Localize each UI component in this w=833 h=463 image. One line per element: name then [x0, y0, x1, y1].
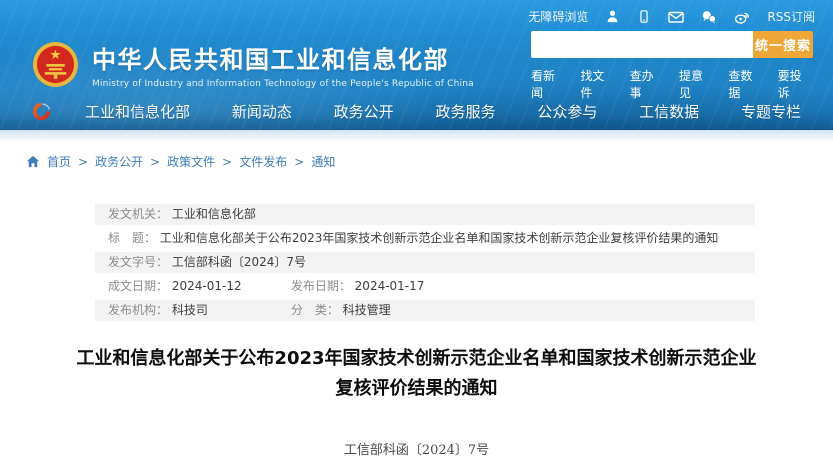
- breadcrumb: 首页 > 政务公开 > 政策文件 > 文件发布 > 通知: [26, 153, 833, 170]
- main-nav: 工业和信息化部 新闻动态 政务公开 政务服务 公众参与 工信数据 专题专栏: [0, 100, 833, 123]
- meta-value: 科技管理: [343, 303, 391, 317]
- utility-topbar: 无障碍浏览 RSS订阅: [0, 0, 833, 25]
- search-input[interactable]: [531, 31, 753, 58]
- site-banner: 无障碍浏览 RSS订阅 ★: [0, 0, 833, 130]
- meta-value: 科技司: [172, 303, 208, 317]
- breadcrumb-file-release[interactable]: 文件发布: [239, 153, 287, 170]
- breadcrumb-gov-disclosure[interactable]: 政务公开: [95, 153, 143, 170]
- home-icon[interactable]: [26, 155, 40, 168]
- nav-item-home[interactable]: 工业和信息化部: [85, 101, 190, 122]
- quick-link-feedback[interactable]: 提意见: [679, 67, 714, 101]
- mobile-icon[interactable]: [637, 9, 651, 24]
- site-brand[interactable]: ★ 中华人民共和国工业和信息化部 Ministry of Industry an…: [32, 27, 474, 101]
- quick-link-services[interactable]: 查办事: [630, 67, 665, 101]
- meta-label: 发布日期：: [291, 279, 351, 293]
- meta-value: 2024-01-17: [355, 279, 425, 293]
- meta-row-doc-number: 发文字号： 工信部科函〔2024〕7号: [95, 252, 755, 273]
- accessibility-link[interactable]: 无障碍浏览: [528, 8, 588, 25]
- rss-link[interactable]: RSS订阅: [767, 8, 815, 25]
- article-doc-number: 工信部科函〔2024〕7号: [0, 439, 833, 458]
- quick-link-complaint[interactable]: 要投诉: [778, 67, 813, 101]
- wechat-icon[interactable]: [701, 10, 717, 24]
- banner-fade: [0, 130, 833, 141]
- breadcrumb-notice[interactable]: 通知: [311, 153, 335, 170]
- site-header: ★ 中华人民共和国工业和信息化部 Ministry of Industry an…: [0, 25, 833, 101]
- site-subtitle: Ministry of Industry and Information Tec…: [92, 79, 474, 89]
- breadcrumb-separator: >: [78, 155, 88, 169]
- nav-item-gov-services[interactable]: 政务服务: [435, 101, 495, 122]
- meta-label: 发布机构：: [108, 303, 168, 317]
- nav-item-participation[interactable]: 公众参与: [537, 101, 597, 122]
- meta-row-issuing-authority: 发文机关： 工业和信息化部: [95, 204, 755, 225]
- weibo-icon[interactable]: [734, 10, 750, 24]
- search-area: 统一搜索 看新闻 找文件 查办事 提意见 查数据 要投诉: [531, 31, 813, 101]
- mascot-icon[interactable]: [605, 9, 620, 24]
- meta-label: 标 题：: [108, 231, 156, 245]
- article-title-line2: 复核评价结果的通知: [67, 374, 767, 404]
- nav-item-gov-disclosure[interactable]: 政务公开: [334, 101, 394, 122]
- meta-value: 工业和信息化部关于公布2023年国家技术创新示范企业名单和国家技术创新示范企业复…: [160, 231, 719, 245]
- document-meta-table: 发文机关： 工业和信息化部 标 题： 工业和信息化部关于公布2023年国家技术创…: [95, 204, 755, 321]
- nav-item-data[interactable]: 工信数据: [639, 101, 699, 122]
- quick-link-data[interactable]: 查数据: [728, 67, 763, 101]
- miit-logo-icon[interactable]: [30, 100, 53, 123]
- nav-item-news[interactable]: 新闻动态: [232, 101, 292, 122]
- breadcrumb-separator: >: [150, 155, 160, 169]
- breadcrumb-separator: >: [222, 155, 232, 169]
- quick-links: 看新闻 找文件 查办事 提意见 查数据 要投诉: [531, 67, 813, 101]
- meta-row-title: 标 题： 工业和信息化部关于公布2023年国家技术创新示范企业名单和国家技术创新…: [95, 228, 755, 249]
- nav-item-topics[interactable]: 专题专栏: [741, 101, 801, 122]
- search-button[interactable]: 统一搜索: [753, 31, 813, 58]
- meta-label: 发文机关：: [108, 207, 168, 221]
- meta-row-publisher-category: 发布机构： 科技司 分 类： 科技管理: [95, 300, 755, 321]
- mail-icon[interactable]: [668, 10, 684, 24]
- national-emblem-icon: ★: [32, 41, 79, 88]
- breadcrumb-home[interactable]: 首页: [47, 153, 71, 170]
- svg-text:★: ★: [50, 47, 62, 62]
- meta-value: 工信部科函〔2024〕7号: [172, 255, 306, 269]
- article-title-line1: 工业和信息化部关于公布2023年国家技术创新示范企业名单和国家技术创新示范企业: [67, 344, 767, 374]
- article-title: 工业和信息化部关于公布2023年国家技术创新示范企业名单和国家技术创新示范企业 …: [67, 344, 767, 404]
- meta-label: 成文日期：: [108, 279, 168, 293]
- meta-value: 工业和信息化部: [172, 207, 256, 221]
- meta-value: 2024-01-12: [172, 279, 242, 293]
- breadcrumb-separator: >: [294, 155, 304, 169]
- site-title: 中华人民共和国工业和信息化部: [92, 40, 474, 75]
- meta-label: 发文字号：: [108, 255, 168, 269]
- breadcrumb-policy-files[interactable]: 政策文件: [167, 153, 215, 170]
- meta-row-dates: 成文日期： 2024-01-12 发布日期： 2024-01-17: [95, 276, 755, 297]
- quick-link-files[interactable]: 找文件: [580, 67, 615, 101]
- quick-link-news[interactable]: 看新闻: [531, 67, 566, 101]
- meta-label: 分 类：: [291, 303, 339, 317]
